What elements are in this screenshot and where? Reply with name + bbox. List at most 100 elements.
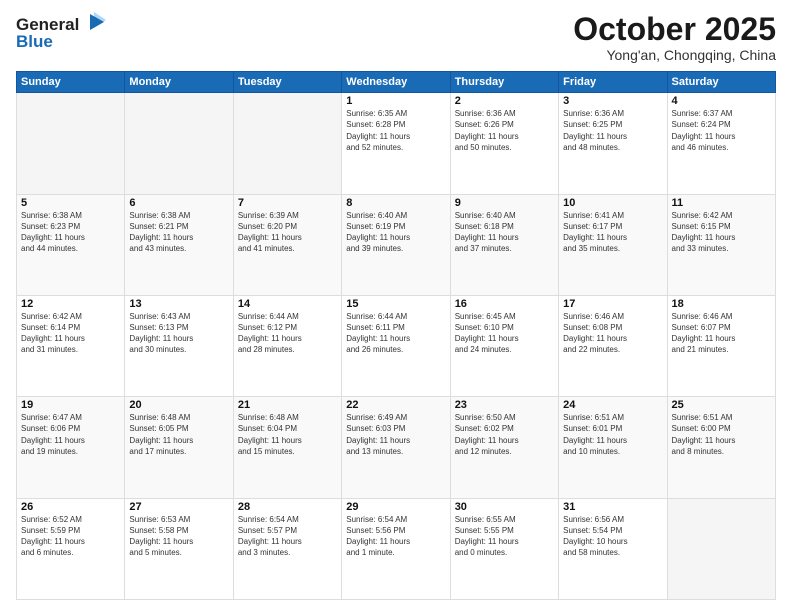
day-info: Sunrise: 6:38 AM Sunset: 6:21 PM Dayligh… [129,210,228,255]
calendar-table: SundayMondayTuesdayWednesdayThursdayFrid… [16,71,776,600]
weekday-header-row: SundayMondayTuesdayWednesdayThursdayFrid… [17,72,776,93]
day-info: Sunrise: 6:54 AM Sunset: 5:56 PM Dayligh… [346,514,445,559]
day-number: 13 [129,298,228,310]
day-number: 6 [129,197,228,209]
calendar-cell: 13Sunrise: 6:43 AM Sunset: 6:13 PM Dayli… [125,295,233,396]
calendar-cell: 26Sunrise: 6:52 AM Sunset: 5:59 PM Dayli… [17,498,125,599]
day-info: Sunrise: 6:48 AM Sunset: 6:05 PM Dayligh… [129,412,228,457]
day-number: 31 [563,501,662,513]
day-info: Sunrise: 6:44 AM Sunset: 6:11 PM Dayligh… [346,311,445,356]
calendar-cell: 28Sunrise: 6:54 AM Sunset: 5:57 PM Dayli… [233,498,341,599]
calendar-cell [125,93,233,194]
calendar-cell: 25Sunrise: 6:51 AM Sunset: 6:00 PM Dayli… [667,397,775,498]
week-row-4: 19Sunrise: 6:47 AM Sunset: 6:06 PM Dayli… [17,397,776,498]
day-info: Sunrise: 6:39 AM Sunset: 6:20 PM Dayligh… [238,210,337,255]
day-number: 27 [129,501,228,513]
logo-svg: GeneralBlue [16,12,106,52]
day-number: 8 [346,197,445,209]
day-number: 22 [346,399,445,411]
page-header: GeneralBlue October 2025 Yong'an, Chongq… [16,12,776,63]
calendar-cell: 24Sunrise: 6:51 AM Sunset: 6:01 PM Dayli… [559,397,667,498]
day-info: Sunrise: 6:51 AM Sunset: 6:01 PM Dayligh… [563,412,662,457]
day-info: Sunrise: 6:52 AM Sunset: 5:59 PM Dayligh… [21,514,120,559]
location: Yong'an, Chongqing, China [573,47,776,63]
day-number: 19 [21,399,120,411]
calendar-cell: 31Sunrise: 6:56 AM Sunset: 5:54 PM Dayli… [559,498,667,599]
calendar-cell: 21Sunrise: 6:48 AM Sunset: 6:04 PM Dayli… [233,397,341,498]
weekday-header-sunday: Sunday [17,72,125,93]
calendar-cell: 19Sunrise: 6:47 AM Sunset: 6:06 PM Dayli… [17,397,125,498]
weekday-header-thursday: Thursday [450,72,558,93]
calendar-cell: 4Sunrise: 6:37 AM Sunset: 6:24 PM Daylig… [667,93,775,194]
day-info: Sunrise: 6:48 AM Sunset: 6:04 PM Dayligh… [238,412,337,457]
weekday-header-saturday: Saturday [667,72,775,93]
calendar-cell: 14Sunrise: 6:44 AM Sunset: 6:12 PM Dayli… [233,295,341,396]
weekday-header-monday: Monday [125,72,233,93]
calendar-cell: 23Sunrise: 6:50 AM Sunset: 6:02 PM Dayli… [450,397,558,498]
day-info: Sunrise: 6:38 AM Sunset: 6:23 PM Dayligh… [21,210,120,255]
day-number: 28 [238,501,337,513]
day-info: Sunrise: 6:47 AM Sunset: 6:06 PM Dayligh… [21,412,120,457]
calendar-cell: 29Sunrise: 6:54 AM Sunset: 5:56 PM Dayli… [342,498,450,599]
day-info: Sunrise: 6:42 AM Sunset: 6:14 PM Dayligh… [21,311,120,356]
calendar-cell: 12Sunrise: 6:42 AM Sunset: 6:14 PM Dayli… [17,295,125,396]
calendar-cell: 8Sunrise: 6:40 AM Sunset: 6:19 PM Daylig… [342,194,450,295]
day-number: 29 [346,501,445,513]
day-info: Sunrise: 6:35 AM Sunset: 6:28 PM Dayligh… [346,108,445,153]
day-number: 12 [21,298,120,310]
calendar-cell [233,93,341,194]
calendar-cell: 10Sunrise: 6:41 AM Sunset: 6:17 PM Dayli… [559,194,667,295]
calendar-cell: 9Sunrise: 6:40 AM Sunset: 6:18 PM Daylig… [450,194,558,295]
day-number: 9 [455,197,554,209]
calendar-cell: 3Sunrise: 6:36 AM Sunset: 6:25 PM Daylig… [559,93,667,194]
calendar-cell: 11Sunrise: 6:42 AM Sunset: 6:15 PM Dayli… [667,194,775,295]
day-number: 25 [672,399,771,411]
day-number: 18 [672,298,771,310]
calendar-cell: 16Sunrise: 6:45 AM Sunset: 6:10 PM Dayli… [450,295,558,396]
day-number: 3 [563,95,662,107]
day-number: 14 [238,298,337,310]
logo: GeneralBlue [16,12,106,52]
day-info: Sunrise: 6:37 AM Sunset: 6:24 PM Dayligh… [672,108,771,153]
day-info: Sunrise: 6:40 AM Sunset: 6:18 PM Dayligh… [455,210,554,255]
week-row-1: 1Sunrise: 6:35 AM Sunset: 6:28 PM Daylig… [17,93,776,194]
calendar-cell: 15Sunrise: 6:44 AM Sunset: 6:11 PM Dayli… [342,295,450,396]
day-number: 24 [563,399,662,411]
day-info: Sunrise: 6:42 AM Sunset: 6:15 PM Dayligh… [672,210,771,255]
calendar-cell [17,93,125,194]
day-number: 17 [563,298,662,310]
day-number: 4 [672,95,771,107]
week-row-3: 12Sunrise: 6:42 AM Sunset: 6:14 PM Dayli… [17,295,776,396]
day-number: 5 [21,197,120,209]
day-info: Sunrise: 6:36 AM Sunset: 6:26 PM Dayligh… [455,108,554,153]
day-info: Sunrise: 6:41 AM Sunset: 6:17 PM Dayligh… [563,210,662,255]
day-info: Sunrise: 6:55 AM Sunset: 5:55 PM Dayligh… [455,514,554,559]
day-number: 21 [238,399,337,411]
calendar-cell: 30Sunrise: 6:55 AM Sunset: 5:55 PM Dayli… [450,498,558,599]
day-info: Sunrise: 6:49 AM Sunset: 6:03 PM Dayligh… [346,412,445,457]
weekday-header-wednesday: Wednesday [342,72,450,93]
day-number: 11 [672,197,771,209]
day-info: Sunrise: 6:54 AM Sunset: 5:57 PM Dayligh… [238,514,337,559]
calendar-cell: 2Sunrise: 6:36 AM Sunset: 6:26 PM Daylig… [450,93,558,194]
day-info: Sunrise: 6:46 AM Sunset: 6:08 PM Dayligh… [563,311,662,356]
svg-text:Blue: Blue [16,32,53,51]
week-row-2: 5Sunrise: 6:38 AM Sunset: 6:23 PM Daylig… [17,194,776,295]
day-info: Sunrise: 6:56 AM Sunset: 5:54 PM Dayligh… [563,514,662,559]
day-number: 2 [455,95,554,107]
day-info: Sunrise: 6:50 AM Sunset: 6:02 PM Dayligh… [455,412,554,457]
day-info: Sunrise: 6:36 AM Sunset: 6:25 PM Dayligh… [563,108,662,153]
week-row-5: 26Sunrise: 6:52 AM Sunset: 5:59 PM Dayli… [17,498,776,599]
calendar-cell: 20Sunrise: 6:48 AM Sunset: 6:05 PM Dayli… [125,397,233,498]
day-info: Sunrise: 6:51 AM Sunset: 6:00 PM Dayligh… [672,412,771,457]
day-info: Sunrise: 6:44 AM Sunset: 6:12 PM Dayligh… [238,311,337,356]
day-info: Sunrise: 6:40 AM Sunset: 6:19 PM Dayligh… [346,210,445,255]
calendar-cell: 27Sunrise: 6:53 AM Sunset: 5:58 PM Dayli… [125,498,233,599]
calendar-cell: 1Sunrise: 6:35 AM Sunset: 6:28 PM Daylig… [342,93,450,194]
day-number: 20 [129,399,228,411]
calendar-cell: 17Sunrise: 6:46 AM Sunset: 6:08 PM Dayli… [559,295,667,396]
weekday-header-tuesday: Tuesday [233,72,341,93]
day-number: 7 [238,197,337,209]
day-number: 16 [455,298,554,310]
calendar-cell: 5Sunrise: 6:38 AM Sunset: 6:23 PM Daylig… [17,194,125,295]
